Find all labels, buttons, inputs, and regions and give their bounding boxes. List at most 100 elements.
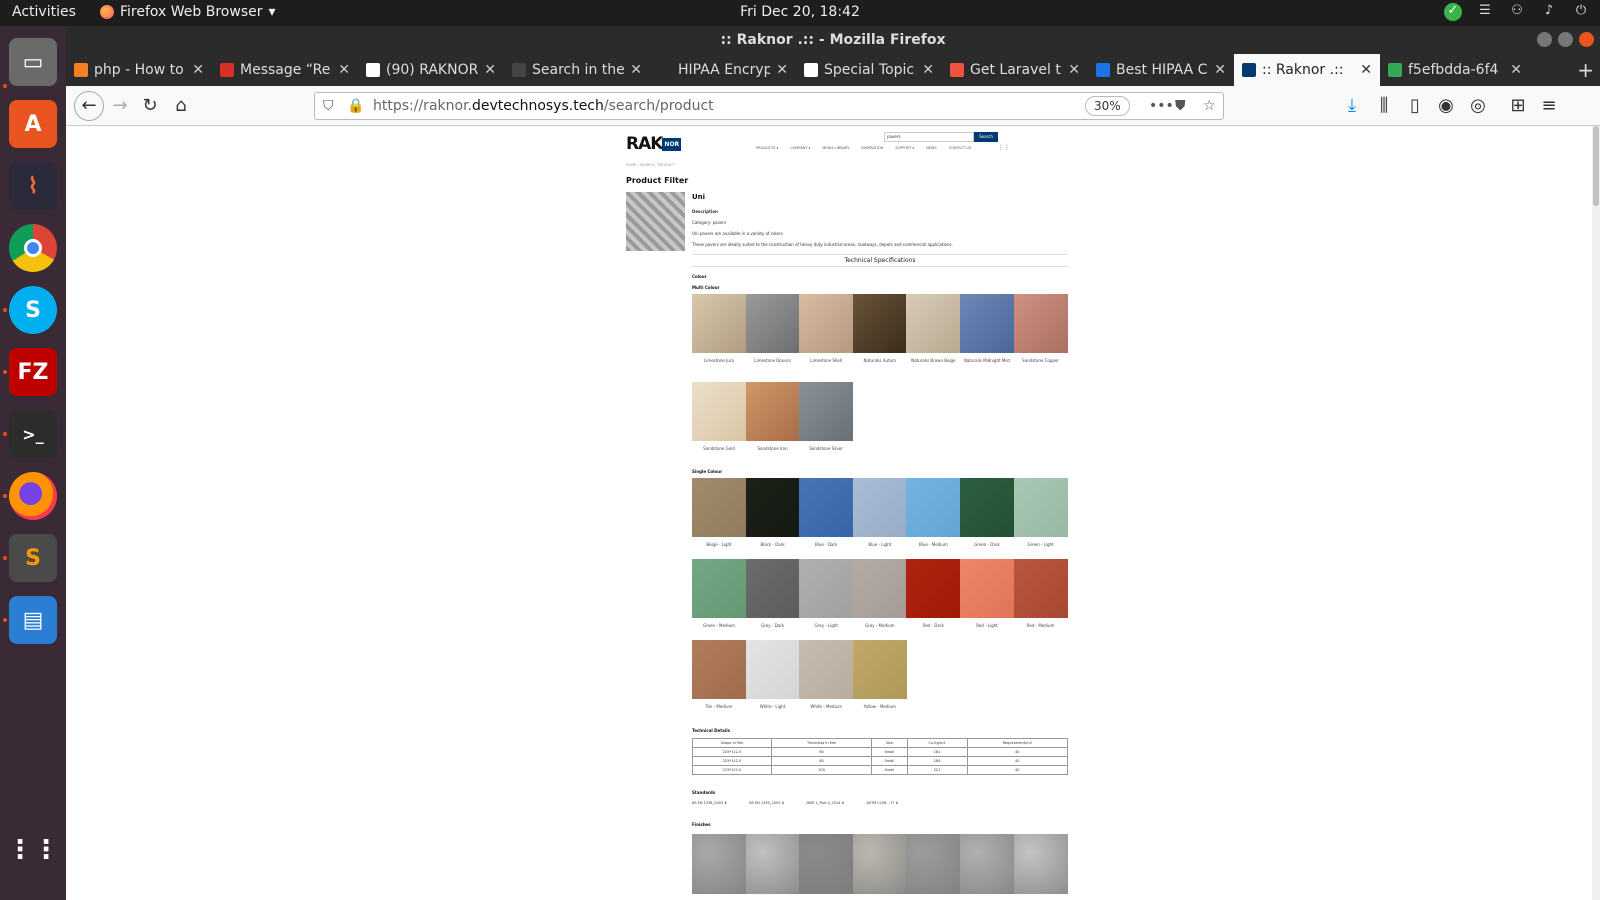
site-menu-item[interactable]: INSPIRATION <box>861 146 883 150</box>
finish-swatch[interactable] <box>692 834 746 894</box>
colour-swatch[interactable] <box>799 559 854 618</box>
check-icon[interactable]: ✓ <box>1444 3 1462 21</box>
standard-link[interactable]: BS EN 1338_2003 ⬇ <box>692 801 727 805</box>
url-text[interactable]: https://raknor.devtechnosys.tech/search/… <box>373 93 714 119</box>
terminal-icon[interactable]: >_ <box>9 410 57 458</box>
app-menu[interactable]: Firefox Web Browser ▾ <box>100 4 276 20</box>
filezilla-icon[interactable]: FZ <box>9 348 57 396</box>
grid-menu-icon[interactable]: ⋮⋮ <box>998 144 1010 151</box>
close-tab-icon[interactable]: ✕ <box>630 62 642 78</box>
show-apps-icon[interactable]: ⋮⋮ <box>7 826 59 874</box>
colour-swatch[interactable] <box>1013 478 1068 537</box>
window-titlebar[interactable]: :: Raknor .:: - Mozilla Firefox <box>66 26 1600 54</box>
tab-4[interactable]: Search in the ✕ <box>504 54 650 86</box>
colour-swatch[interactable] <box>852 478 907 537</box>
tab-2[interactable]: Message “Re ✕ <box>212 54 358 86</box>
colour-swatch[interactable] <box>960 478 1014 537</box>
back-button[interactable]: ← <box>74 91 104 121</box>
finish-swatch[interactable] <box>1013 834 1068 894</box>
close-window-button[interactable] <box>1579 32 1594 47</box>
chrome-icon[interactable] <box>9 224 57 272</box>
colour-swatch[interactable] <box>692 559 746 618</box>
firefox-dock-icon[interactable] <box>9 472 57 520</box>
extension-icon[interactable]: ◉ <box>1434 94 1458 118</box>
colour-swatch[interactable] <box>745 559 800 618</box>
site-menu-item[interactable]: SUPPORT ▾ <box>895 146 914 150</box>
site-search-button[interactable]: Search <box>974 132 998 142</box>
library-icon[interactable]: ⫼ <box>1372 94 1396 118</box>
colour-swatch[interactable] <box>799 382 854 441</box>
colour-swatch[interactable] <box>745 294 800 353</box>
sidebar-icon[interactable]: ▯ <box>1403 94 1427 118</box>
tab-5[interactable]: HIPAA Encryptio ✕ <box>650 54 796 86</box>
colour-swatch[interactable] <box>745 478 800 537</box>
tab-7[interactable]: Get Laravel tr ✕ <box>942 54 1088 86</box>
site-logo[interactable]: RAK NOR <box>626 134 682 154</box>
colour-swatch[interactable] <box>799 294 854 353</box>
close-tab-icon[interactable]: ✕ <box>338 62 350 78</box>
colour-swatch[interactable] <box>799 640 854 699</box>
skype-icon[interactable]: S <box>9 286 57 334</box>
colour-swatch[interactable] <box>799 478 854 537</box>
site-menu-item[interactable]: COMPANY ▾ <box>790 146 810 150</box>
colour-swatch[interactable] <box>906 478 961 537</box>
tab-10[interactable]: f5efbdda-6f4 ✕ <box>1380 54 1530 86</box>
system-tray[interactable]: ✓ ☰ ⚇ ♪ ⏻ <box>1444 3 1590 21</box>
colour-swatch[interactable] <box>852 294 907 353</box>
page-actions-icon[interactable]: ••• <box>1149 93 1174 119</box>
colour-swatch[interactable] <box>692 478 746 537</box>
page-scrollbar[interactable] <box>1592 126 1600 900</box>
finish-swatch[interactable] <box>906 834 961 894</box>
site-menu-item[interactable]: MEDIA LIBRARY <box>822 146 849 150</box>
close-tab-icon[interactable]: ✕ <box>192 62 204 78</box>
reload-button[interactable]: ↻ <box>138 94 162 118</box>
colour-swatch[interactable] <box>1013 559 1068 618</box>
tab-8[interactable]: Best HIPAA C ✕ <box>1088 54 1234 86</box>
scrollbar-thumb[interactable] <box>1593 126 1599 206</box>
colour-swatch[interactable] <box>960 559 1014 618</box>
standard-link[interactable]: DMS 1_Part 4_2014 ⬇ <box>806 801 844 805</box>
colour-swatch[interactable] <box>1013 294 1068 353</box>
tab-1[interactable]: php - How to ✕ <box>66 54 212 86</box>
tab-9[interactable]: :: Raknor .:: ✕ <box>1234 54 1380 86</box>
colour-swatch[interactable] <box>692 640 746 699</box>
forward-button[interactable]: → <box>108 94 132 118</box>
zoom-indicator[interactable]: 30% <box>1085 96 1130 116</box>
close-tab-icon[interactable]: ✕ <box>922 62 934 78</box>
home-button[interactable]: ⌂ <box>169 94 193 118</box>
system-monitor-icon[interactable]: ⌇ <box>9 162 57 210</box>
site-search-input[interactable]: pavers <box>884 132 974 142</box>
finish-swatch[interactable] <box>960 834 1014 894</box>
maximize-button[interactable] <box>1558 32 1573 47</box>
url-bar[interactable]: ⛉ 🔒 https://raknor.devtechnosys.tech/sea… <box>314 92 1224 120</box>
power-icon[interactable]: ⏻ <box>1572 3 1590 21</box>
minimize-button[interactable] <box>1537 32 1552 47</box>
colour-swatch[interactable] <box>906 294 961 353</box>
files-icon[interactable]: ▭ <box>9 38 57 86</box>
colour-swatch[interactable] <box>852 640 907 699</box>
sublime-text-icon[interactable]: S <box>9 534 57 582</box>
new-tab-button[interactable]: + <box>1577 58 1594 82</box>
writer-icon[interactable]: ▤ <box>9 596 57 644</box>
menu-icon[interactable]: ≡ <box>1537 94 1561 118</box>
colour-swatch[interactable] <box>745 382 800 441</box>
tab-6[interactable]: Special Topic ✕ <box>796 54 942 86</box>
site-menu-item[interactable]: PRODUCTS ▾ <box>756 146 778 150</box>
close-tab-icon[interactable]: ✕ <box>484 62 496 78</box>
tab-3[interactable]: (90) RAKNOR ✕ <box>358 54 504 86</box>
downloads-icon[interactable]: ⤓ <box>1340 94 1364 118</box>
colour-swatch[interactable] <box>960 294 1014 353</box>
standard-link[interactable]: BS EN 1339_2003 ⬇ <box>749 801 784 805</box>
site-menu-item[interactable]: NEWS <box>926 146 937 150</box>
standard-link[interactable]: ASTM C158 - 17 ⬇ <box>866 801 898 805</box>
site-menu-item[interactable]: CONTACT US <box>949 146 972 150</box>
network-icon[interactable]: ⚇ <box>1508 3 1526 21</box>
colour-swatch[interactable] <box>906 559 961 618</box>
activities-button[interactable]: Activities <box>12 4 76 20</box>
pocket-icon[interactable]: ⛊ <box>1175 93 1186 119</box>
software-center-icon[interactable]: A <box>9 100 57 148</box>
colour-swatch[interactable] <box>852 559 907 618</box>
breadcrumb[interactable]: HOME / SEARCH / PRODUCT <box>626 163 675 167</box>
close-tab-icon[interactable]: ✕ <box>1214 62 1226 78</box>
finish-swatch[interactable] <box>799 834 854 894</box>
